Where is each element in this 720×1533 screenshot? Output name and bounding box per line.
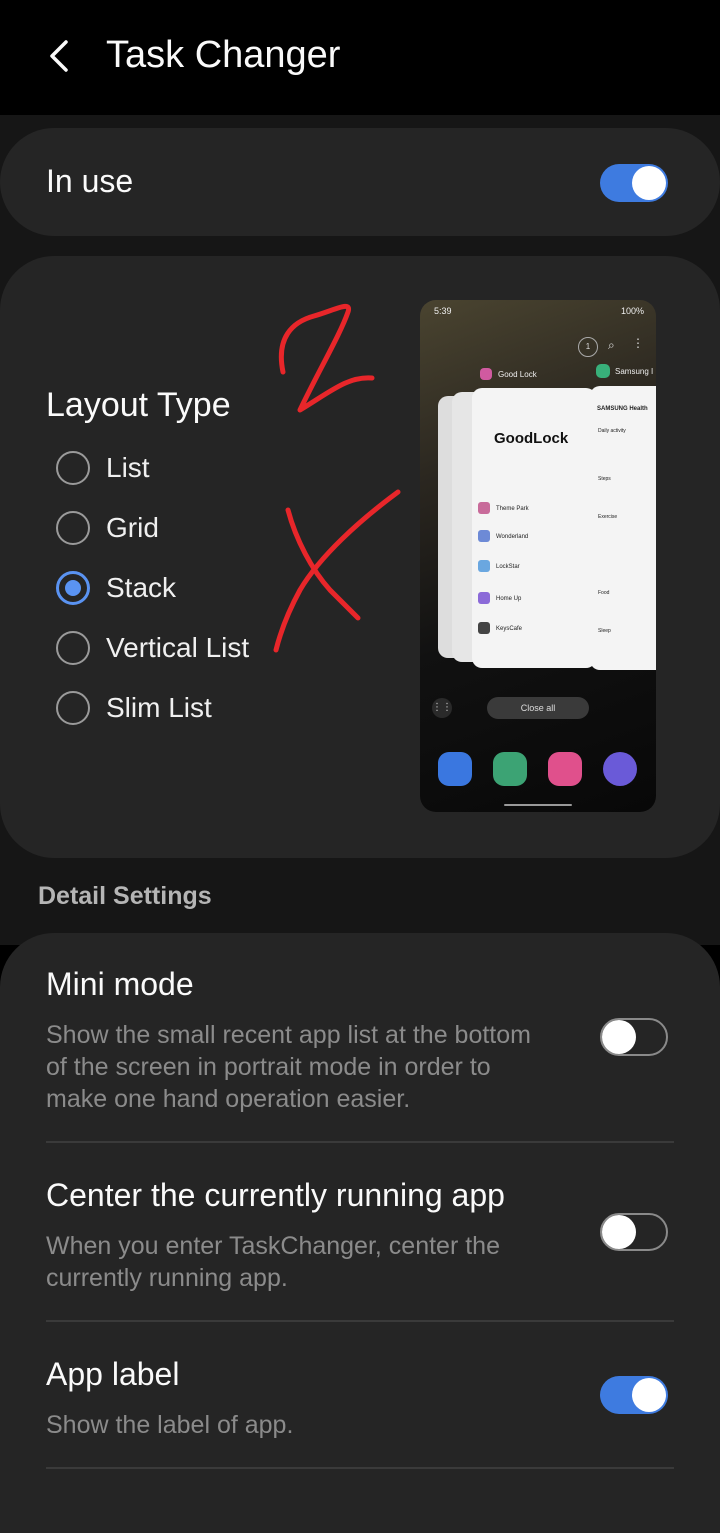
center-app-description: When you enter TaskChanger, center the c… — [46, 1232, 500, 1292]
toggle-knob — [632, 1378, 666, 1412]
goodlock-app-icon — [480, 368, 492, 380]
preview-close-all: Close all — [487, 697, 589, 719]
preview-grid-icon: ⋮⋮ — [432, 698, 452, 718]
radio-selected-icon[interactable] — [56, 571, 90, 605]
preview-status-time: 5:39 — [434, 306, 452, 316]
in-use-toggle[interactable] — [600, 164, 668, 202]
health-app-icon — [596, 364, 610, 378]
galaxy-store-app-icon — [548, 752, 582, 786]
app-label-description: Show the label of app. — [46, 1411, 294, 1439]
messages-app-icon — [438, 752, 472, 786]
preview-list-icon — [478, 592, 490, 604]
divider — [46, 1320, 674, 1322]
radio-unselected-icon[interactable] — [56, 691, 90, 725]
app-bar: Task Changer — [0, 0, 720, 115]
preview-list-item: Wonderland — [496, 534, 529, 540]
preview-app-goodlock: Good Lock — [498, 370, 537, 379]
preview-home-indicator — [504, 804, 572, 806]
mini-mode-toggle[interactable] — [600, 1018, 668, 1056]
radio-unselected-icon[interactable] — [56, 631, 90, 665]
preview-circle-icon: 1 — [578, 337, 598, 357]
in-use-label: In use — [46, 163, 134, 199]
preview-health-item: Sleep — [598, 628, 611, 634]
preview-search-icon: ⌕ — [608, 338, 615, 352]
preview-goodlock-logo: GoodLock — [494, 430, 569, 447]
radio-unselected-icon[interactable] — [56, 511, 90, 545]
layout-option-label: Vertical List — [106, 632, 250, 663]
preview-status-battery: 100% — [620, 306, 644, 316]
layout-type-title: Layout Type — [46, 386, 231, 424]
preview-goodlock-card: GoodLock Theme Park Wonderland LockStar … — [472, 388, 596, 668]
internet-app-icon — [603, 752, 637, 786]
preview-health-item: Steps — [598, 476, 611, 482]
preview-list-item: Theme Park — [496, 506, 529, 512]
preview-health-header: SAMSUNG Health — [597, 406, 648, 412]
layout-option-label: Stack — [106, 572, 177, 603]
preview-list-item: KeysCafe — [496, 626, 523, 632]
preview-health-card: SAMSUNG Health Daily activity Steps Exer… — [590, 386, 656, 670]
preview-list-icon — [478, 502, 490, 514]
preview-health-item: Food — [598, 590, 610, 596]
preview-list-item: LockStar — [496, 564, 520, 570]
layout-option-label: List — [106, 452, 150, 483]
mini-mode-title: Mini mode — [46, 966, 194, 1002]
back-arrow-icon[interactable] — [40, 36, 80, 76]
center-app-title: Center the currently running app — [46, 1177, 505, 1213]
layout-option-label: Grid — [106, 512, 159, 543]
preview-health-item: Exercise — [598, 514, 618, 520]
preview-list-icon — [478, 530, 490, 542]
toggle-knob — [632, 166, 666, 200]
mini-mode-description: Show the small recent app list at the bo… — [46, 1021, 531, 1113]
toggle-knob — [602, 1215, 636, 1249]
divider — [46, 1141, 674, 1143]
app-label-title: App label — [46, 1356, 180, 1392]
page-title: Task Changer — [106, 34, 341, 76]
layout-option-label: Slim List — [106, 692, 212, 723]
preview-app-health: Samsung I — [615, 367, 654, 376]
detail-settings-heading: Detail Settings — [38, 882, 212, 910]
preview-more-icon: ⋮ — [632, 336, 644, 350]
toggle-knob — [602, 1020, 636, 1054]
preview-health-item: Daily activity — [598, 428, 626, 434]
preview-list-item: Home Up — [496, 596, 522, 602]
preview-list-icon — [478, 560, 490, 572]
divider — [46, 1467, 674, 1469]
preview-list-icon — [478, 622, 490, 634]
phone-app-icon — [493, 752, 527, 786]
center-app-toggle[interactable] — [600, 1213, 668, 1251]
layout-preview-image: 5:39 100% 1 ⌕ ⋮ Good Lock Samsung I Good… — [420, 300, 656, 812]
radio-unselected-icon[interactable] — [56, 451, 90, 485]
app-label-toggle[interactable] — [600, 1376, 668, 1414]
